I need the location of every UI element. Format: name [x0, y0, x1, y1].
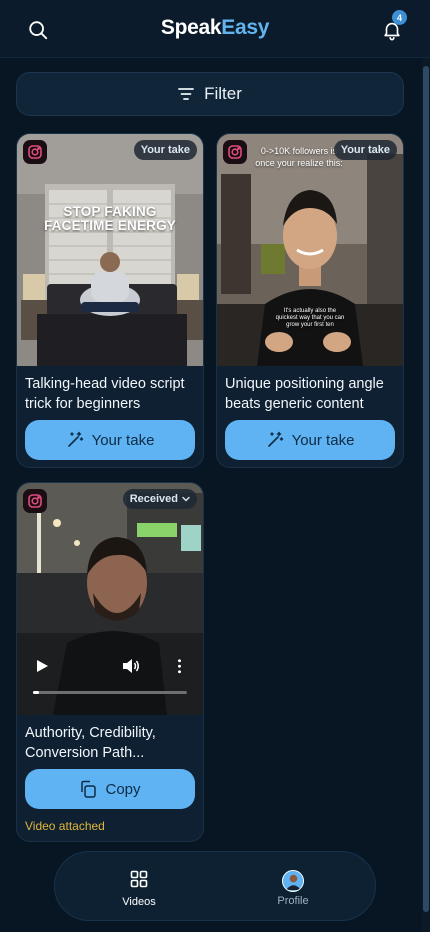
chevron-down-icon — [182, 496, 190, 502]
play-button[interactable] — [35, 659, 49, 678]
speaker-scene-image — [217, 134, 403, 366]
copy-icon — [81, 780, 97, 798]
selfie-video-frame — [17, 483, 203, 715]
your-take-button[interactable]: Your take — [225, 420, 395, 460]
video-attached-status: Video attached — [25, 819, 105, 833]
app-header: SpeakEasy 4 — [0, 0, 430, 58]
nav-item-videos[interactable]: Videos — [99, 870, 179, 908]
filter-button[interactable]: Filter — [16, 72, 404, 116]
your-take-button-label: Your take — [91, 431, 155, 449]
volume-icon — [123, 659, 139, 673]
scrollbar-thumb[interactable] — [423, 66, 429, 912]
instagram-icon — [23, 140, 47, 164]
video-thumbnail[interactable]: STOP FAKING FACETIME ENERGY Your take — [17, 134, 203, 366]
thumbnail-caption-line1: It's actually also the — [283, 308, 337, 314]
thumbnail-caption-line1: STOP FAKING — [63, 204, 157, 219]
thumbnail-caption-line2: FACETIME ENERGY — [43, 218, 176, 233]
card-title: Unique positioning angle beats generic c… — [225, 376, 384, 412]
video-progress-bar[interactable] — [33, 691, 187, 694]
video-player[interactable]: Received — [17, 483, 203, 715]
app-logo: SpeakEasy — [0, 16, 430, 40]
your-take-button[interactable]: Your take — [25, 420, 195, 460]
card-title: Talking-head video script trick for begi… — [25, 376, 185, 412]
brand-name-part1: Speak — [160, 16, 222, 39]
thumbnail-caption-line2: quickest way that you can — [275, 315, 345, 321]
avatar — [282, 870, 304, 892]
magic-wand-icon — [267, 431, 283, 447]
filter-lines-icon — [178, 88, 195, 100]
video-card[interactable]: Received Authority, Credibility, Convers… — [16, 482, 204, 842]
card-title: Authority, Credibility, Conversion Path.… — [25, 725, 156, 761]
more-vertical-icon — [177, 658, 181, 674]
bedroom-scene-image — [17, 134, 203, 366]
play-icon — [37, 660, 48, 672]
video-card[interactable]: 0->10K followers is once your realize th… — [216, 133, 404, 468]
instagram-icon — [223, 140, 247, 164]
video-thumbnail[interactable]: 0->10K followers is once your realize th… — [217, 134, 403, 366]
magic-wand-icon — [67, 431, 83, 447]
grid-icon — [130, 870, 148, 888]
your-take-button-label: Your take — [291, 431, 355, 449]
notification-badge: 4 — [392, 10, 407, 25]
nav-label-videos: Videos — [122, 896, 156, 908]
notifications-button[interactable]: 4 — [374, 10, 410, 48]
more-options-button[interactable] — [175, 658, 183, 674]
copy-button[interactable]: Copy — [25, 769, 195, 809]
instagram-icon — [23, 489, 47, 513]
nav-item-profile[interactable]: Profile — [253, 870, 333, 907]
copy-button-label: Copy — [105, 780, 141, 798]
your-take-tag: Your take — [333, 140, 397, 160]
filter-label: Filter — [204, 84, 242, 103]
received-label: Received — [129, 493, 178, 505]
video-progress-fill — [33, 691, 39, 694]
brand-name-part2: Easy — [221, 16, 270, 39]
volume-button[interactable] — [122, 658, 140, 679]
thumbnail-caption-line3: grow your first ten — [286, 322, 334, 328]
your-take-tag: Your take — [133, 140, 197, 160]
received-dropdown[interactable]: Received — [122, 489, 197, 509]
nav-label-profile: Profile — [277, 895, 309, 907]
video-card[interactable]: STOP FAKING FACETIME ENERGY Your take Ta… — [16, 133, 204, 468]
bottom-nav: Videos Profile — [54, 851, 376, 921]
